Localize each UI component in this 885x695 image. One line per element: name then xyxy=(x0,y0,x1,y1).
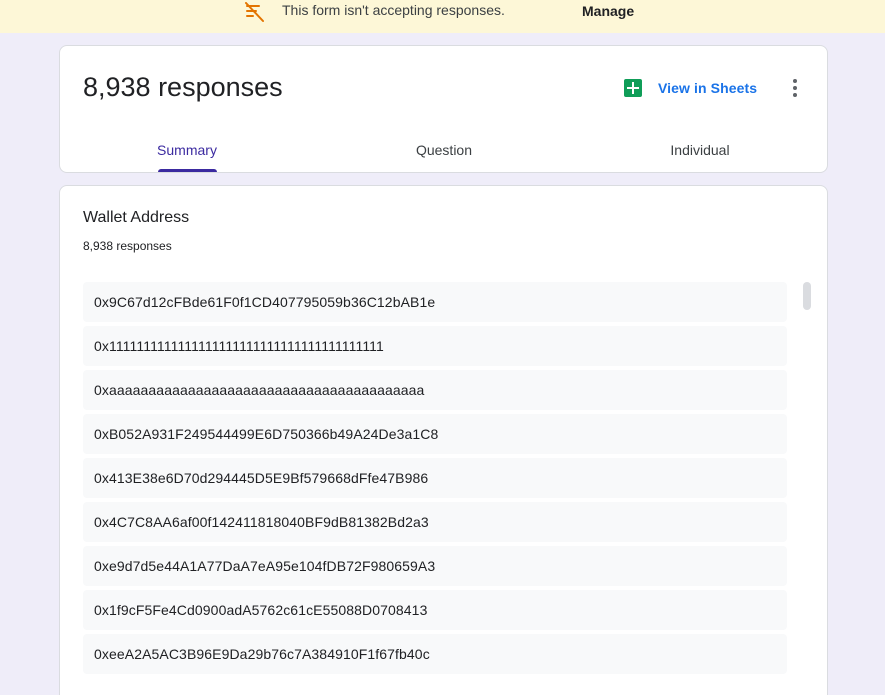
list-item: 0x4C7C8AA6af00f142411818040BF9dB81382Bd2… xyxy=(83,502,787,542)
question-response-count: 8,938 responses xyxy=(83,239,172,253)
list-item: 0xaaaaaaaaaaaaaaaaaaaaaaaaaaaaaaaaaaaaaa… xyxy=(83,370,787,410)
list-item: 0x11111111111111111111111111111111111111… xyxy=(83,326,787,366)
view-in-sheets-button[interactable]: View in Sheets xyxy=(624,76,757,100)
page-title: 8,938 responses xyxy=(83,72,283,102)
status-banner: This form isn't accepting responses. Man… xyxy=(0,0,885,33)
form-closed-icon xyxy=(245,2,264,22)
list-item: 0x413E38e6D70d294445D5E9Bf579668dFfe47B9… xyxy=(83,458,787,498)
sheets-icon xyxy=(624,79,642,97)
manage-button[interactable]: Manage xyxy=(582,2,634,20)
question-title: Wallet Address xyxy=(83,209,190,226)
list-item: 0x9C67d12cFBde61F0f1CD407795059b36C12bAB… xyxy=(83,282,787,322)
list-item: 0xeeA2A5AC3B96E9Da29b76c7A384910F1f67fb4… xyxy=(83,634,787,674)
tab-question[interactable]: Question xyxy=(408,140,480,174)
more-vert-icon[interactable] xyxy=(787,76,803,100)
list-item: 0x1f9cF5Fe4Cd0900adA5762c61cE55088D07084… xyxy=(83,590,787,630)
list-item: 0xe9d7d5e44A1A77DaA7eA95e104fDB72F980659… xyxy=(83,546,787,586)
tab-individual[interactable]: Individual xyxy=(664,140,736,174)
view-in-sheets-label: View in Sheets xyxy=(658,80,758,96)
question-summary-card: Wallet Address 8,938 responses 0x9C67d12… xyxy=(59,185,828,695)
list-item: 0xB052A931F249544499E6D750366b49A24De3a1… xyxy=(83,414,787,454)
banner-message: This form isn't accepting responses. xyxy=(282,2,505,18)
response-list: 0x9C67d12cFBde61F0f1CD407795059b36C12bAB… xyxy=(83,282,787,678)
list-scrollbar[interactable] xyxy=(803,282,811,310)
responses-header-card: 8,938 responses View in Sheets Summary Q… xyxy=(59,45,828,173)
active-tab-indicator xyxy=(158,169,217,172)
